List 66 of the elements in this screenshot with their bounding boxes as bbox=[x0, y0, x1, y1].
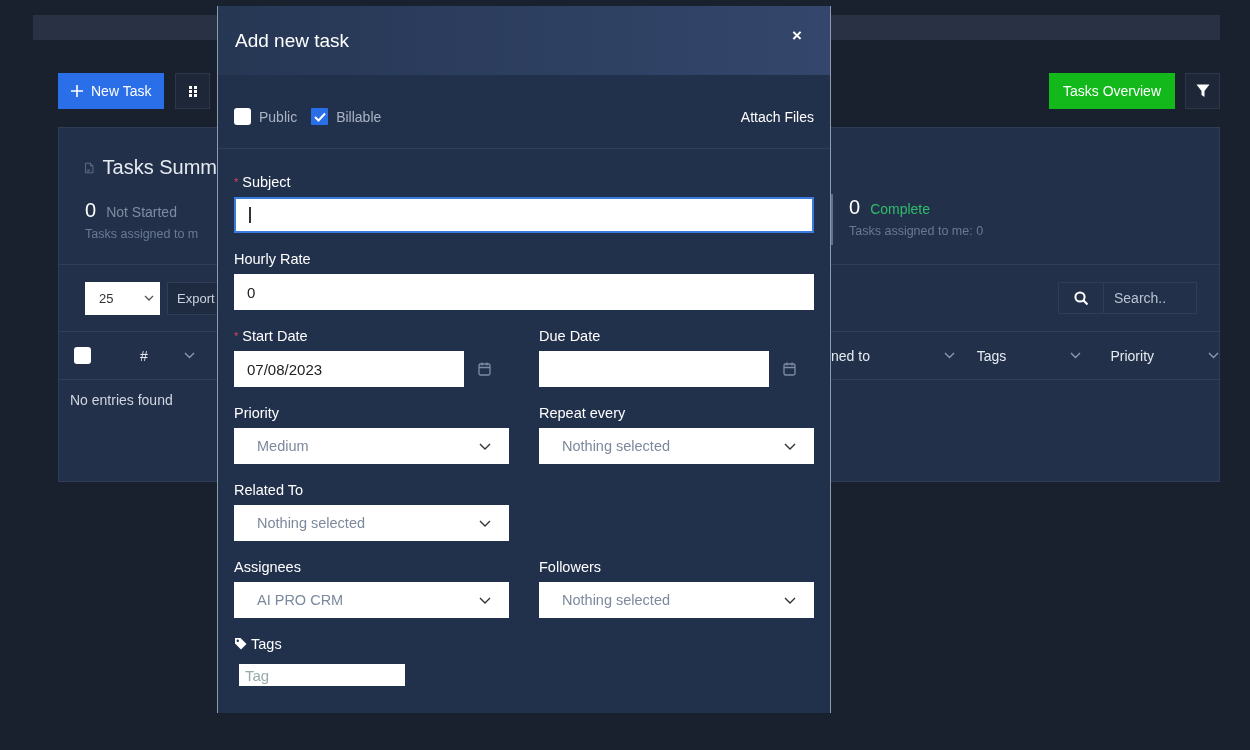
text-field[interactable]: 0 bbox=[234, 274, 814, 310]
select-dropdown[interactable]: Nothing selected bbox=[539, 582, 814, 618]
checkbox-label: Public bbox=[259, 108, 298, 125]
field-label: Assignees bbox=[234, 558, 301, 575]
column-header[interactable]: # bbox=[140, 347, 148, 364]
tag-icon bbox=[234, 637, 247, 650]
select-dropdown[interactable]: Nothing selected bbox=[539, 428, 814, 464]
stat-count: 0 bbox=[85, 199, 97, 222]
select-dropdown[interactable]: Medium bbox=[234, 428, 509, 464]
summary-title: Tasks Summ bbox=[102, 156, 217, 179]
stat-subtext: Tasks assigned to m bbox=[85, 227, 199, 241]
calendar-icon[interactable] bbox=[783, 362, 796, 376]
attach-files-link[interactable]: Attach Files bbox=[740, 108, 814, 125]
modal-title: Add new task bbox=[235, 29, 350, 52]
search-field[interactable]: Search.. bbox=[1104, 282, 1197, 314]
field-label: Tags bbox=[251, 635, 282, 652]
required-mark: * bbox=[234, 329, 239, 342]
chevron-down-icon bbox=[784, 442, 796, 450]
chevron-down-icon bbox=[184, 352, 195, 359]
chevron-down-icon bbox=[479, 519, 491, 527]
chevron-down-icon bbox=[784, 596, 796, 604]
date-field[interactable] bbox=[539, 351, 769, 387]
new-task-button[interactable]: New Task bbox=[58, 73, 165, 109]
export-button[interactable]: Export bbox=[167, 281, 217, 315]
column-header[interactable]: ned to bbox=[831, 347, 870, 364]
stat-label: Complete bbox=[870, 201, 931, 217]
grid-dots-icon bbox=[187, 85, 198, 97]
close-button[interactable]: × bbox=[788, 25, 806, 46]
field-label: Priority bbox=[234, 404, 280, 421]
stat-label: Not Started bbox=[106, 204, 177, 220]
field-label: Due Date bbox=[539, 327, 601, 344]
column-header[interactable]: Tags bbox=[976, 347, 1007, 364]
search-icon bbox=[1073, 290, 1089, 306]
tag-input[interactable]: Tag bbox=[239, 664, 405, 686]
field-label: Related To bbox=[234, 481, 304, 498]
calendar-icon[interactable] bbox=[478, 362, 491, 376]
stat-subtext: Tasks assigned to me: 0 bbox=[849, 224, 984, 238]
chevron-down-icon bbox=[479, 596, 491, 604]
text-field[interactable] bbox=[234, 197, 814, 233]
filter-icon bbox=[1195, 84, 1210, 98]
field-label: Hourly Rate bbox=[234, 250, 311, 267]
empty-message: No entries found bbox=[70, 392, 173, 408]
select-dropdown[interactable]: AI PRO CRM bbox=[234, 582, 509, 618]
field-label: Repeat every bbox=[539, 404, 626, 421]
checkbox[interactable] bbox=[234, 108, 251, 125]
chevron-down-icon bbox=[1208, 352, 1219, 359]
plus-icon bbox=[71, 85, 83, 97]
stat-count: 0 bbox=[849, 196, 861, 219]
chevron-down-icon bbox=[1070, 352, 1082, 359]
column-header[interactable]: Priority bbox=[1110, 347, 1155, 364]
search-button[interactable] bbox=[1058, 282, 1104, 314]
select-dropdown[interactable]: Nothing selected bbox=[234, 505, 509, 541]
checkbox-label: Billable bbox=[336, 108, 382, 125]
page-size-select[interactable]: 25 bbox=[85, 281, 160, 315]
select-all-checkbox[interactable] bbox=[74, 347, 91, 364]
field-label: Subject bbox=[242, 173, 291, 190]
date-field[interactable]: 07/08/2023 bbox=[234, 351, 464, 387]
field-label: Start Date bbox=[242, 327, 308, 344]
filter-button[interactable] bbox=[1185, 73, 1220, 109]
grid-view-button[interactable] bbox=[175, 73, 211, 109]
checkbox[interactable] bbox=[311, 108, 329, 125]
field-label: Followers bbox=[539, 558, 602, 575]
chevron-down-icon bbox=[144, 295, 154, 301]
chevron-down-icon bbox=[943, 352, 955, 359]
required-mark: * bbox=[234, 175, 239, 188]
chevron-down-icon bbox=[479, 442, 491, 450]
